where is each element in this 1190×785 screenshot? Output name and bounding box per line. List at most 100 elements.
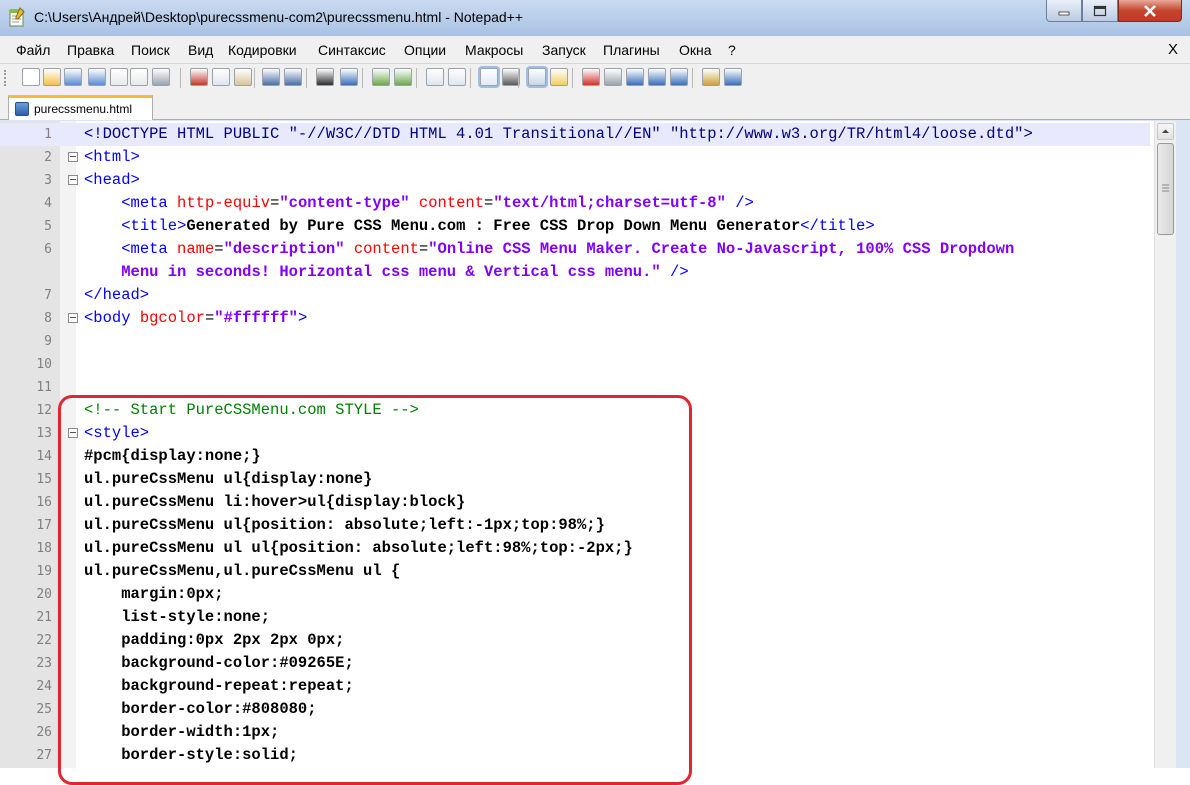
line-number[interactable]: 20 [0, 587, 52, 602]
code-text[interactable]: border-style:solid; [84, 746, 298, 764]
copy-icon[interactable] [212, 68, 230, 86]
user-language-icon[interactable] [550, 68, 568, 86]
line-number[interactable]: 22 [0, 633, 52, 648]
line-number[interactable]: 18 [0, 541, 52, 556]
code-text[interactable]: <meta name="description" content="Online… [84, 240, 1014, 258]
replace-icon[interactable] [340, 68, 358, 86]
menu-item[interactable]: Вид [188, 42, 213, 58]
code-line[interactable]: 4 <meta http-equiv="content-type" conten… [0, 192, 1150, 215]
toolbar-grip[interactable] [4, 70, 7, 86]
code-text[interactable]: #pcm{display:none;} [84, 447, 261, 465]
code-line[interactable]: 19 ul.pureCssMenu,ul.pureCssMenu ul { [0, 560, 1150, 583]
menu-item[interactable]: Правка [67, 42, 114, 58]
menu-item[interactable]: ? [728, 42, 736, 58]
fold-toggle-icon[interactable] [68, 428, 78, 438]
code-line[interactable]: 6 <meta name="description" content="Onli… [0, 238, 1150, 261]
line-number[interactable]: 12 [0, 403, 52, 418]
zoom-out-icon[interactable] [394, 68, 412, 86]
save-macro-icon[interactable] [670, 68, 688, 86]
code-text[interactable]: border-color:#808080; [84, 700, 316, 718]
code-line[interactable]: 3 <head> [0, 169, 1150, 192]
code-text[interactable]: <meta http-equiv="content-type" content=… [84, 194, 754, 212]
line-number[interactable]: 1 [0, 127, 52, 142]
close-icon[interactable] [110, 68, 128, 86]
stop-macro-icon[interactable] [604, 68, 622, 86]
line-number[interactable]: 17 [0, 518, 52, 533]
code-text[interactable]: <!-- Start PureCSSMenu.com STYLE --> [84, 401, 419, 419]
code-line[interactable]: 7 </head> [0, 284, 1150, 307]
undo-icon[interactable] [262, 68, 280, 86]
scroll-thumb[interactable] [1157, 143, 1174, 235]
save-all-icon[interactable] [88, 68, 106, 86]
menu-item[interactable]: Окна [679, 42, 712, 58]
indent-guide-icon[interactable] [528, 68, 546, 86]
code-line[interactable]: 13 <style> [0, 422, 1150, 445]
code-line[interactable]: 26 border-width:1px; [0, 721, 1150, 744]
code-text[interactable]: Menu in seconds! Horizontal css menu & V… [84, 263, 688, 281]
code-text[interactable]: ul.pureCssMenu ul{position: absolute;lef… [84, 516, 605, 534]
code-line[interactable]: 8 <body bgcolor="#ffffff"> [0, 307, 1150, 330]
line-number[interactable]: 10 [0, 357, 52, 372]
line-number[interactable]: 4 [0, 196, 52, 211]
menu-item[interactable]: Синтаксис [318, 42, 386, 58]
line-number[interactable]: 27 [0, 748, 52, 763]
code-text[interactable]: </head> [84, 286, 149, 304]
redo-icon[interactable] [284, 68, 302, 86]
close-button[interactable] [1118, 0, 1182, 22]
code-text[interactable]: background-color:#09265E; [84, 654, 354, 672]
zoom-in-icon[interactable] [372, 68, 390, 86]
close-all-icon[interactable] [130, 68, 148, 86]
code-line[interactable]: 9 [0, 330, 1150, 353]
code-text[interactable]: <head> [84, 171, 140, 189]
doc-map-icon[interactable] [702, 68, 720, 86]
line-number[interactable]: 3 [0, 173, 52, 188]
line-number[interactable]: 14 [0, 449, 52, 464]
code-line[interactable]: 15 ul.pureCssMenu ul{display:none} [0, 468, 1150, 491]
code-text[interactable]: ul.pureCssMenu ul ul{position: absolute;… [84, 539, 633, 557]
code-text[interactable]: margin:0px; [84, 585, 223, 603]
code-text[interactable]: list-style:none; [84, 608, 270, 626]
line-number[interactable]: 8 [0, 311, 52, 326]
menu-item[interactable]: Поиск [131, 42, 170, 58]
code-line[interactable]: 21 list-style:none; [0, 606, 1150, 629]
spell-check-icon[interactable] [724, 68, 742, 86]
code-line[interactable]: 20 margin:0px; [0, 583, 1150, 606]
sync-vertical-icon[interactable] [426, 68, 444, 86]
minimize-button[interactable] [1046, 0, 1082, 22]
code-line[interactable]: 27 border-style:solid; [0, 744, 1150, 767]
line-number[interactable]: 19 [0, 564, 52, 579]
print-icon[interactable] [152, 68, 170, 86]
line-number[interactable]: 25 [0, 702, 52, 717]
line-number[interactable]: 9 [0, 334, 52, 349]
play-macro-icon[interactable] [626, 68, 644, 86]
code-text[interactable]: ul.pureCssMenu li:hover>ul{display:block… [84, 493, 465, 511]
line-number[interactable]: 2 [0, 150, 52, 165]
tab-purecssmenu[interactable]: purecssmenu.html [8, 95, 153, 120]
code-line[interactable]: 14 #pcm{display:none;} [0, 445, 1150, 468]
vertical-scrollbar[interactable] [1154, 121, 1176, 768]
menu-item[interactable]: Запуск [542, 42, 586, 58]
save-icon[interactable] [64, 68, 82, 86]
line-number[interactable]: 6 [0, 242, 52, 257]
code-text[interactable]: <body bgcolor="#ffffff"> [84, 309, 307, 327]
scroll-up-button[interactable] [1157, 123, 1174, 140]
code-editor[interactable]: 1 <!DOCTYPE HTML PUBLIC "-//W3C//DTD HTML… [0, 121, 1190, 768]
code-line[interactable]: 10 [0, 353, 1150, 376]
line-number[interactable]: 5 [0, 219, 52, 234]
line-number[interactable]: 13 [0, 426, 52, 441]
menu-item[interactable]: Файл [16, 42, 50, 58]
new-file-icon[interactable] [22, 68, 40, 86]
fold-toggle-icon[interactable] [68, 175, 78, 185]
fold-toggle-icon[interactable] [68, 313, 78, 323]
run-macro-multiple-icon[interactable] [648, 68, 666, 86]
code-line[interactable]: 24 background-repeat:repeat; [0, 675, 1150, 698]
line-number[interactable]: 23 [0, 656, 52, 671]
maximize-button[interactable] [1082, 0, 1118, 22]
code-text[interactable]: <style> [84, 424, 149, 442]
code-line[interactable]: 25 border-color:#808080; [0, 698, 1150, 721]
sync-horizontal-icon[interactable] [448, 68, 466, 86]
menu-item[interactable]: Кодировки [228, 42, 297, 58]
line-number[interactable]: 26 [0, 725, 52, 740]
menu-close-button[interactable]: X [1168, 41, 1178, 58]
line-number[interactable]: 24 [0, 679, 52, 694]
